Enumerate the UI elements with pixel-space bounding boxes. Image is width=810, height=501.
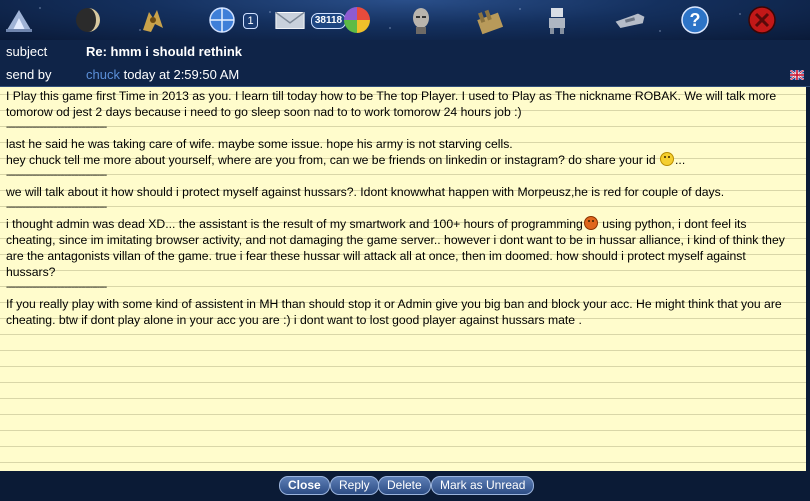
message-text-span: i thought admin was dead XD... the assis…: [6, 217, 583, 231]
message-separator: ----------------------------------------…: [6, 122, 107, 133]
angry-emoji-icon: [583, 216, 598, 230]
subject-row: subject Re: hmm i should rethink: [0, 40, 810, 63]
message-paragraph: I Play this game first Time in 2013 as y…: [6, 89, 777, 119]
message-paragraph: we will talk about it how should i prote…: [6, 185, 725, 199]
alien-craft-icon[interactable]: [137, 4, 169, 36]
fleet-ships-icon[interactable]: [3, 4, 35, 36]
battle-cruiser-icon[interactable]: [610, 4, 650, 36]
message-separator: ----------------------------------------…: [6, 282, 107, 293]
robot-icon[interactable]: [541, 4, 573, 36]
globe-crosshair-icon[interactable]: [206, 4, 238, 36]
color-wheel-icon[interactable]: [341, 4, 373, 36]
top-toolbar: 1 38118 ?: [0, 0, 810, 40]
envelope-icon[interactable]: [273, 4, 307, 36]
message-body[interactable]: I Play this game first Time in 2013 as y…: [0, 87, 810, 471]
svg-text:?: ?: [690, 10, 701, 30]
uk-flag-icon: [790, 70, 804, 80]
planet-icon[interactable]: [72, 4, 104, 36]
reply-button[interactable]: Reply: [330, 476, 379, 495]
sent-time: today at 2:59:50 AM: [123, 67, 240, 82]
sender-label: send by: [6, 67, 52, 82]
mark-unread-button[interactable]: Mark as Unread: [431, 476, 535, 495]
commander-head-icon[interactable]: [405, 4, 437, 36]
sender-row: send by chuck today at 2:59:50 AM: [0, 63, 810, 87]
help-icon[interactable]: ?: [679, 4, 711, 36]
message-paragraph: hey chuck tell me more about yourself, w…: [6, 152, 798, 168]
sender-name-link[interactable]: chuck: [86, 67, 120, 82]
subject-label: subject: [6, 44, 48, 59]
factory-icon[interactable]: [474, 4, 506, 36]
message-text: I Play this game first Time in 2013 as y…: [6, 88, 798, 328]
sender-info: chuck today at 2:59:50 AM: [86, 63, 239, 86]
message-text-span: ...: [675, 153, 686, 167]
subject-value: Re: hmm i should rethink: [86, 44, 243, 59]
message-separator: ----------------------------------------…: [6, 170, 107, 181]
delete-button[interactable]: Delete: [378, 476, 431, 495]
message-text-span: hey chuck tell me more about yourself, w…: [6, 153, 656, 167]
message-paragraph: If you really play with some kind of ass…: [6, 297, 782, 327]
close-button[interactable]: Close: [279, 476, 330, 495]
message-paragraph: last he said he was taking care of wife.…: [6, 137, 513, 151]
message-separator: ----------------------------------------…: [6, 202, 107, 213]
smile-emoji-icon: [660, 152, 675, 166]
message-paragraph: i thought admin was dead XD... the assis…: [6, 216, 798, 280]
action-bar: Close Reply Delete Mark as Unread: [0, 471, 810, 501]
close-icon[interactable]: [746, 4, 778, 36]
planets-count-badge: 1: [243, 13, 258, 29]
